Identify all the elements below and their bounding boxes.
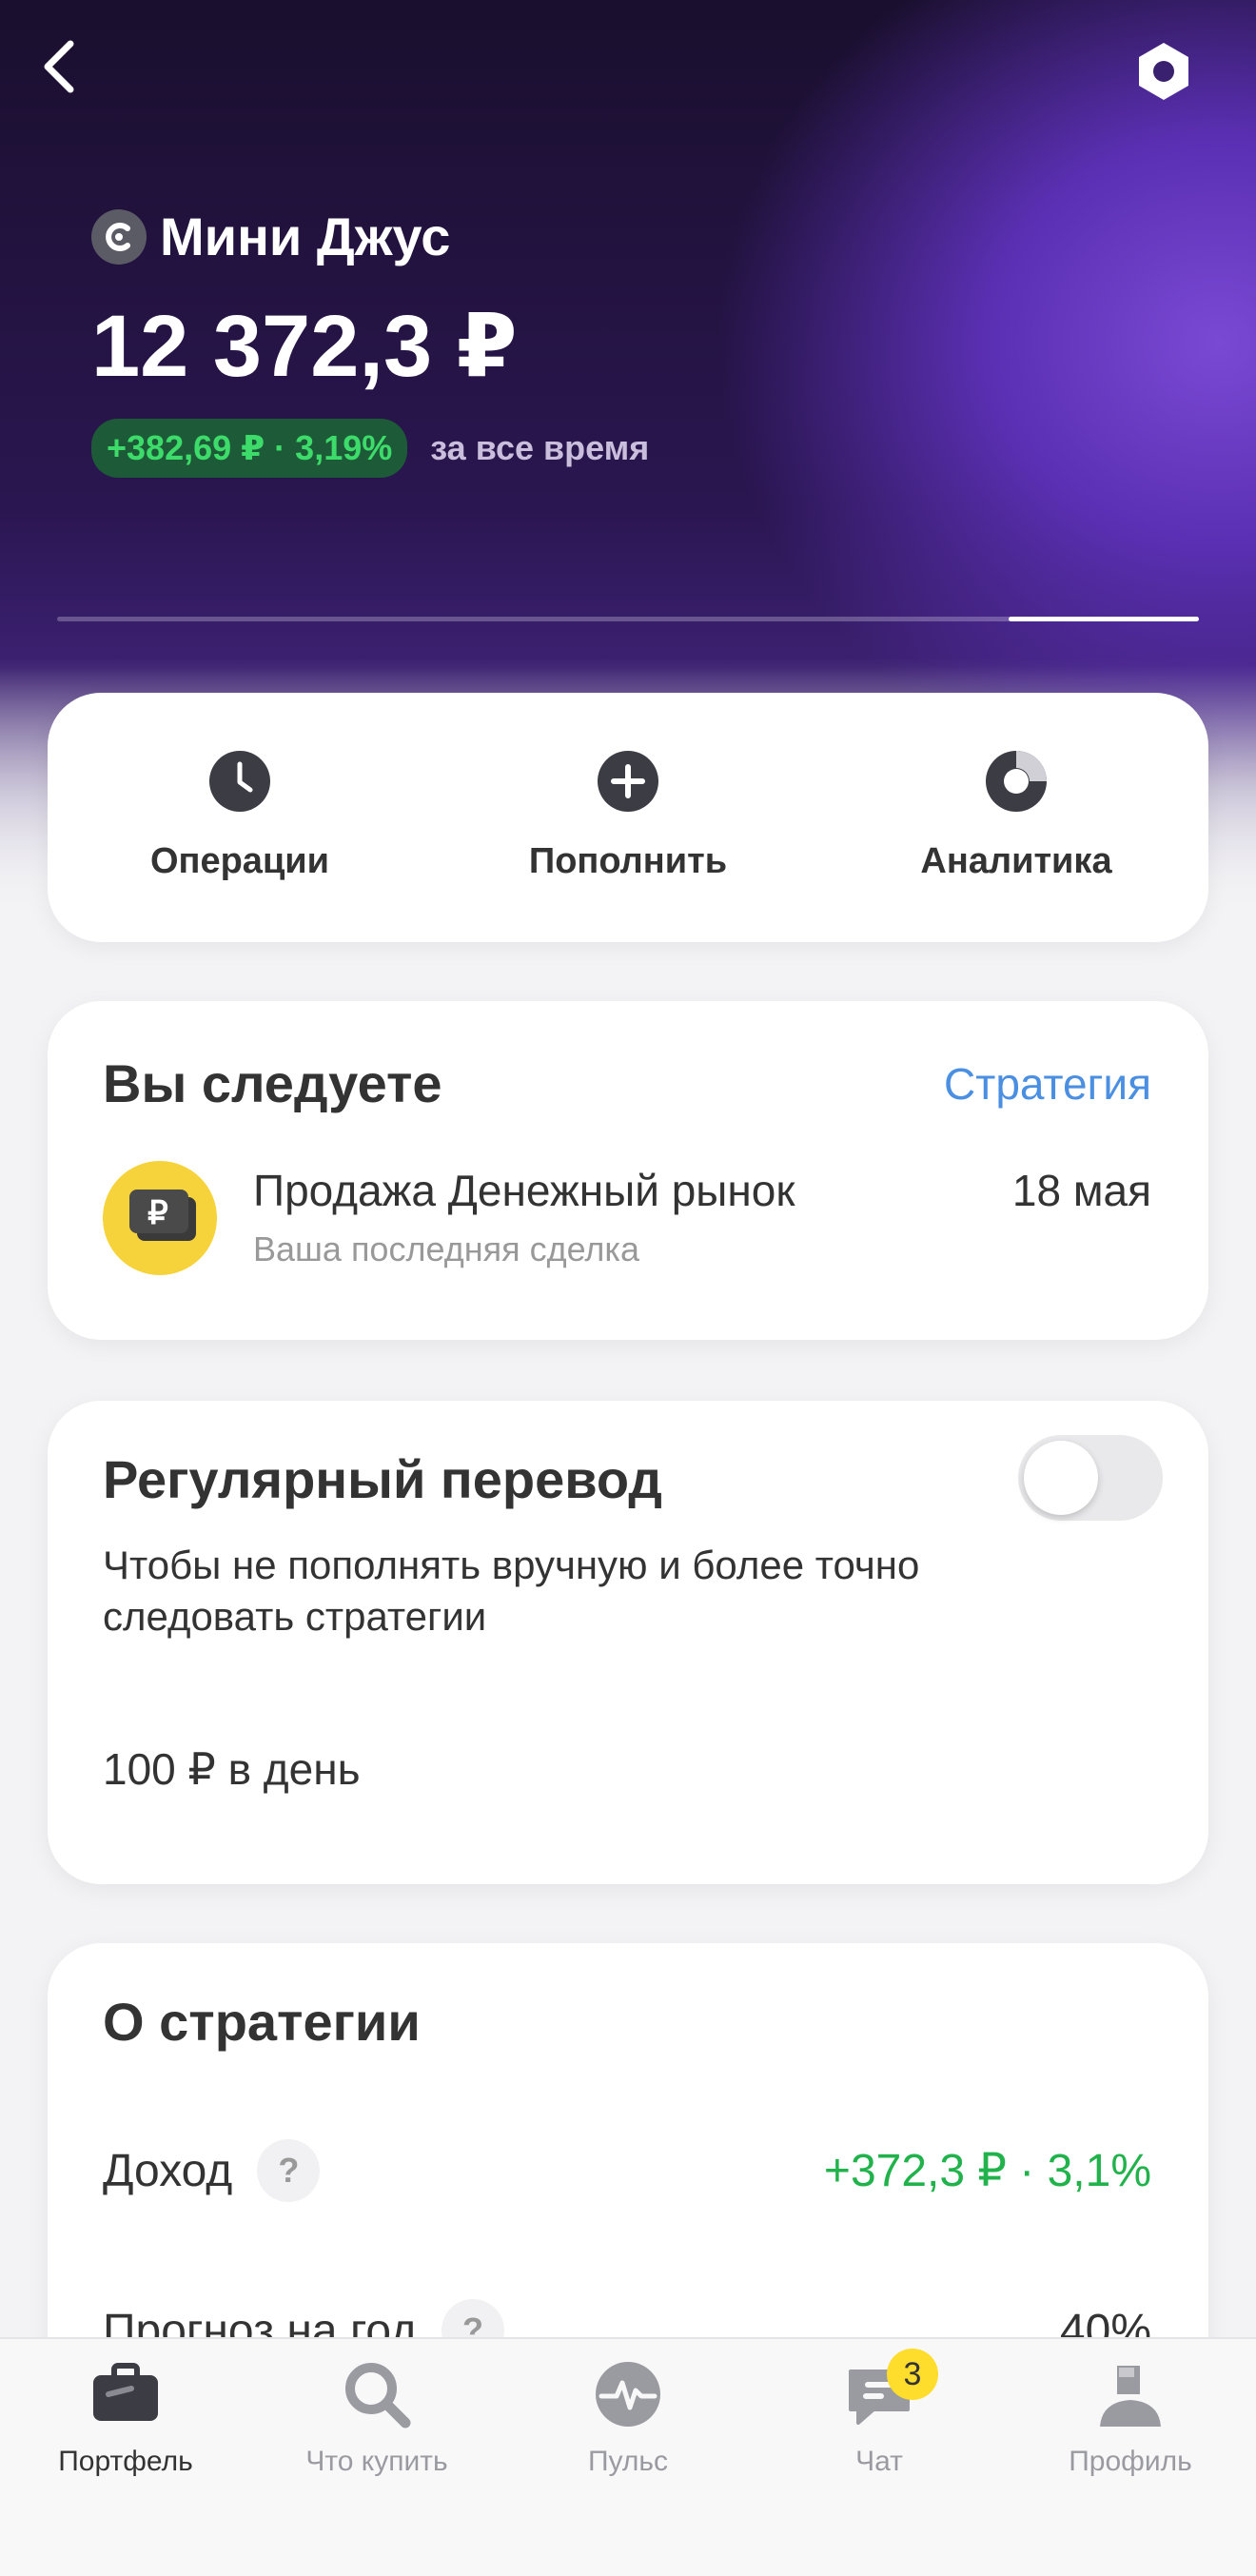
settings-hexagon-icon: [1139, 43, 1188, 100]
clock-icon: [209, 751, 270, 812]
last-deal-date: 18 мая: [1011, 1166, 1151, 1215]
portfolio-balance: 12 372,3 ₽: [91, 298, 518, 395]
tab-pulse[interactable]: Пульс: [502, 2356, 754, 2478]
about-strategy-title: О стратегии: [103, 1992, 421, 2052]
operations-button[interactable]: Операции: [97, 750, 383, 882]
tab-portfolio-label: Портфель: [58, 2446, 193, 2477]
tab-what-to-buy-label: Что купить: [305, 2446, 448, 2477]
top-up-button[interactable]: Пополнить: [485, 750, 771, 882]
svg-text:₽: ₽: [147, 1195, 168, 1231]
tab-profile-label: Профиль: [1069, 2446, 1192, 2477]
top-up-label: Пополнить: [528, 841, 728, 881]
following-card: Вы следуете Стратегия ₽ Продажа Денежный…: [48, 1001, 1208, 1340]
analytics-button[interactable]: Аналитика: [873, 750, 1159, 882]
regular-transfer-card: Регулярный перевод Чтобы не пополнять вр…: [48, 1401, 1208, 1884]
regular-transfer-title: Регулярный перевод: [103, 1449, 662, 1509]
quick-actions-card: Операции Пополнить Аналитика: [48, 693, 1208, 942]
back-button[interactable]: [34, 38, 91, 95]
last-deal-name: Продажа Денежный рынок: [253, 1166, 795, 1215]
regular-transfer-toggle[interactable]: [1018, 1435, 1163, 1521]
tab-what-to-buy[interactable]: Что купить: [251, 2356, 502, 2478]
income-label: Доход: [103, 2145, 233, 2196]
gain-period: за все время: [430, 428, 650, 467]
plus-icon: [598, 751, 658, 812]
settings-button[interactable]: [1132, 40, 1195, 103]
tab-portfolio[interactable]: Портфель: [0, 2356, 251, 2478]
regular-transfer-amount[interactable]: 100 ₽ в день: [103, 1743, 361, 1795]
page-indicator-active: [1009, 617, 1199, 621]
search-icon: [345, 2363, 411, 2429]
following-title: Вы следуете: [103, 1053, 442, 1113]
briefcase-icon: [93, 2363, 158, 2421]
chevron-left-icon: [44, 40, 74, 93]
profile-icon: [1100, 2366, 1161, 2427]
tab-chat[interactable]: 3 Чат: [754, 2349, 1005, 2478]
tab-profile[interactable]: Профиль: [1005, 2356, 1256, 2478]
strategy-name: Мини Джус: [160, 206, 451, 266]
chat-icon-wrap: 3: [841, 2349, 938, 2432]
tab-chat-label: Чат: [855, 2446, 903, 2477]
strategy-link[interactable]: Стратегия: [944, 1058, 1151, 1110]
analytics-label: Аналитика: [920, 841, 1112, 881]
tab-pulse-label: Пульс: [587, 2446, 669, 2477]
regular-transfer-description: Чтобы не пополнять вручную и более точно…: [103, 1543, 920, 1639]
gain-row: +382,69 ₽ · 3,19% за все время: [91, 419, 649, 478]
toggle-knob: [1024, 1441, 1098, 1515]
money-market-icon: ₽: [103, 1161, 217, 1275]
income-help-icon[interactable]: ?: [257, 2139, 321, 2202]
brand-logo-icon: [91, 208, 147, 265]
donut-chart-icon: [986, 751, 1047, 812]
last-deal-subtitle: Ваша последняя сделка: [253, 1229, 639, 1268]
pulse-icon: [596, 2362, 660, 2427]
operations-label: Операции: [149, 841, 330, 881]
income-value: +372,3 ₽ · 3,1%: [823, 2146, 1151, 2196]
strategy-brand: Мини Джус: [91, 206, 450, 267]
chat-unread-badge: 3: [887, 2349, 938, 2400]
bottom-tab-bar: Портфель Что купить Пульс 3 Чат Профиль: [0, 2337, 1256, 2576]
gain-badge: +382,69 ₽ · 3,19%: [91, 419, 408, 478]
income-row: Доход ? +372,3 ₽ · 3,1%: [103, 2139, 1151, 2202]
